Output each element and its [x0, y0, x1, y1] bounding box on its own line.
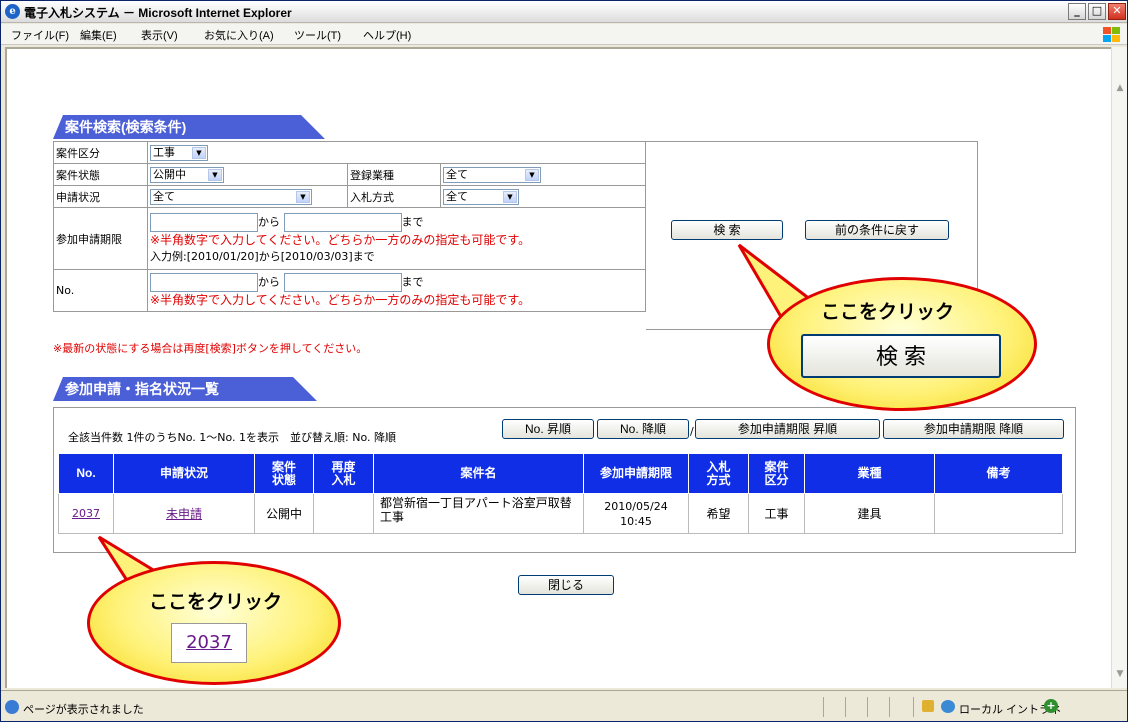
no-from-input[interactable] — [150, 272, 258, 292]
search-form: 案件区分 工事 ▼ 案件状態 公開中 ▼ 登録業種 全て ▼ 申請状況 全て ▼ 入札方… — [53, 141, 646, 312]
status-bar: ページが表示されました ローカル イントラネ + — [1, 690, 1127, 721]
menu-edit[interactable]: 編集(E) — [80, 27, 117, 43]
industry-select[interactable]: 全て ▼ — [443, 166, 541, 183]
category-cell: 工事 — [748, 493, 805, 534]
menu-file[interactable]: ファイル(F) — [11, 27, 69, 43]
ie-icon: e — [5, 4, 20, 19]
window-title: 電子入札システム － Microsoft Internet Explorer — [24, 6, 292, 20]
deadline-to-input[interactable] — [283, 212, 402, 232]
project-name-cell: 都営新宿一丁目アパート浴室戸取替工事 — [373, 493, 584, 534]
callout-search-button-image: 検 索 — [801, 334, 1001, 378]
page-icon — [5, 700, 19, 714]
case-number-link[interactable]: 2037 — [72, 507, 100, 520]
state-select[interactable]: 公開中 ▼ — [150, 166, 224, 183]
chevron-down-icon: ▼ — [208, 168, 222, 181]
close-page-button[interactable]: 閉じる — [518, 575, 614, 595]
category-label: 案件区分 — [53, 141, 148, 164]
callout-title-right: ここをクリック — [821, 302, 955, 323]
application-status-link[interactable]: 未申請 — [166, 507, 202, 521]
application-status-select[interactable]: 全て ▼ — [150, 188, 312, 205]
sort-no-desc-button[interactable]: No. 降順 — [597, 419, 689, 439]
rebid-cell — [313, 493, 374, 534]
sort-separator: / — [690, 425, 694, 438]
no-label: No. — [53, 269, 148, 312]
to-text: まで — [401, 215, 424, 228]
industry-label: 登録業種 — [347, 163, 441, 186]
industry-cell: 建具 — [804, 493, 935, 534]
col-application-status: 申請状況 — [113, 453, 255, 494]
no-note: ※半角数字で入力してください。どちらか一方のみの指定も可能です。 — [150, 292, 531, 307]
scroll-down-icon[interactable]: ▼ — [1114, 669, 1126, 681]
deadline-note: ※半角数字で入力してください。どちらか一方のみの指定も可能です。 — [150, 232, 531, 247]
deadline-example: 入力例:[2010/01/20]から[2010/03/03]まで — [150, 249, 375, 263]
to-text: まで — [401, 275, 424, 288]
col-state: 案件 状態 — [254, 453, 314, 494]
remarks-cell — [934, 493, 1063, 534]
refresh-note: ※最新の状態にする場合は再度[検索]ボタンを押してください。 — [53, 342, 368, 355]
intranet-icon — [941, 700, 955, 713]
bid-method-label: 入札方式 — [347, 185, 441, 208]
vertical-scrollbar[interactable]: ▲ ▼ — [1111, 47, 1127, 688]
restore-previous-conditions-button[interactable]: 前の条件に戻す — [805, 220, 949, 240]
title-bar: e 電子入札システム － Microsoft Internet Explorer… — [1, 1, 1127, 23]
bid-method-select[interactable]: 全て ▼ — [443, 188, 519, 205]
result-list: 全該当件数 1件のうちNo. 1～No. 1を表示 並び替え順: No. 降順 … — [53, 407, 1076, 553]
menu-tools[interactable]: ツール(T) — [294, 27, 341, 43]
col-project-name: 案件名 — [373, 453, 584, 494]
deadline-cell: 2010/05/24 10:45 — [583, 493, 689, 534]
from-text: から — [258, 275, 280, 288]
category-select[interactable]: 工事 ▼ — [150, 144, 208, 161]
col-no: No. — [58, 453, 114, 494]
sort-no-asc-button[interactable]: No. 昇順 — [502, 419, 594, 439]
add-icon[interactable]: + — [1044, 699, 1058, 713]
lock-icon — [922, 700, 934, 712]
col-method: 入札 方式 — [688, 453, 749, 494]
application-status-label: 申請状況 — [53, 185, 148, 208]
windows-flag-icon — [1103, 27, 1121, 43]
list-section-header: 参加申請・指名状況一覧 — [53, 377, 317, 401]
sort-deadline-desc-button[interactable]: 参加申請期限 降順 — [883, 419, 1064, 439]
state-cell: 公開中 — [254, 493, 314, 534]
col-deadline: 参加申請期限 — [583, 453, 689, 494]
search-button[interactable]: 検 索 — [671, 220, 783, 240]
col-remarks: 備考 — [934, 453, 1063, 494]
menu-help[interactable]: ヘルプ(H) — [363, 27, 411, 43]
deadline-label: 参加申請期限 — [53, 207, 148, 270]
from-text: から — [258, 215, 280, 228]
scroll-up-icon[interactable]: ▲ — [1114, 83, 1126, 95]
menu-favorites[interactable]: お気に入り(A) — [204, 27, 274, 43]
chevron-down-icon: ▼ — [192, 146, 206, 159]
result-info: 全該当件数 1件のうちNo. 1～No. 1を表示 並び替え順: No. 降順 — [68, 431, 396, 444]
minimize-button[interactable]: _ — [1068, 3, 1086, 20]
table-row: 2037 未申請 公開中 都営新宿一丁目アパート浴室戸取替工事 2010/05/… — [58, 493, 1063, 534]
method-cell: 希望 — [688, 493, 749, 534]
menu-bar: ファイル(F) 編集(E) 表示(V) お気に入り(A) ツール(T) ヘルプ(… — [1, 24, 1127, 45]
table-header-row: No. 申請状況 案件 状態 再度 入札 案件名 参加申請期限 入札 方式 案件… — [58, 453, 1063, 494]
search-section-header: 案件検索(検索条件) — [53, 115, 325, 139]
chevron-down-icon: ▼ — [503, 190, 517, 203]
chevron-down-icon: ▼ — [296, 190, 310, 203]
menu-view[interactable]: 表示(V) — [141, 27, 178, 43]
col-rebid: 再度 入札 — [313, 453, 374, 494]
maximize-button[interactable]: □ — [1088, 3, 1106, 20]
callout-link-image: 2037 — [171, 623, 247, 663]
sort-deadline-asc-button[interactable]: 参加申請期限 昇順 — [695, 419, 880, 439]
state-label: 案件状態 — [53, 163, 148, 186]
result-table: No. 申請状況 案件 状態 再度 入札 案件名 参加申請期限 入札 方式 案件… — [58, 453, 1063, 534]
col-category: 案件 区分 — [748, 453, 805, 494]
chevron-down-icon: ▼ — [525, 168, 539, 181]
close-button[interactable]: ✕ — [1108, 3, 1126, 20]
browser-window: e 電子入札システム － Microsoft Internet Explorer… — [0, 0, 1128, 722]
deadline-from-input[interactable] — [150, 212, 258, 232]
status-text: ページが表示されました — [23, 704, 144, 716]
col-industry: 業種 — [804, 453, 935, 494]
callout-title-left: ここをクリック — [149, 592, 283, 613]
no-to-input[interactable] — [283, 272, 402, 292]
